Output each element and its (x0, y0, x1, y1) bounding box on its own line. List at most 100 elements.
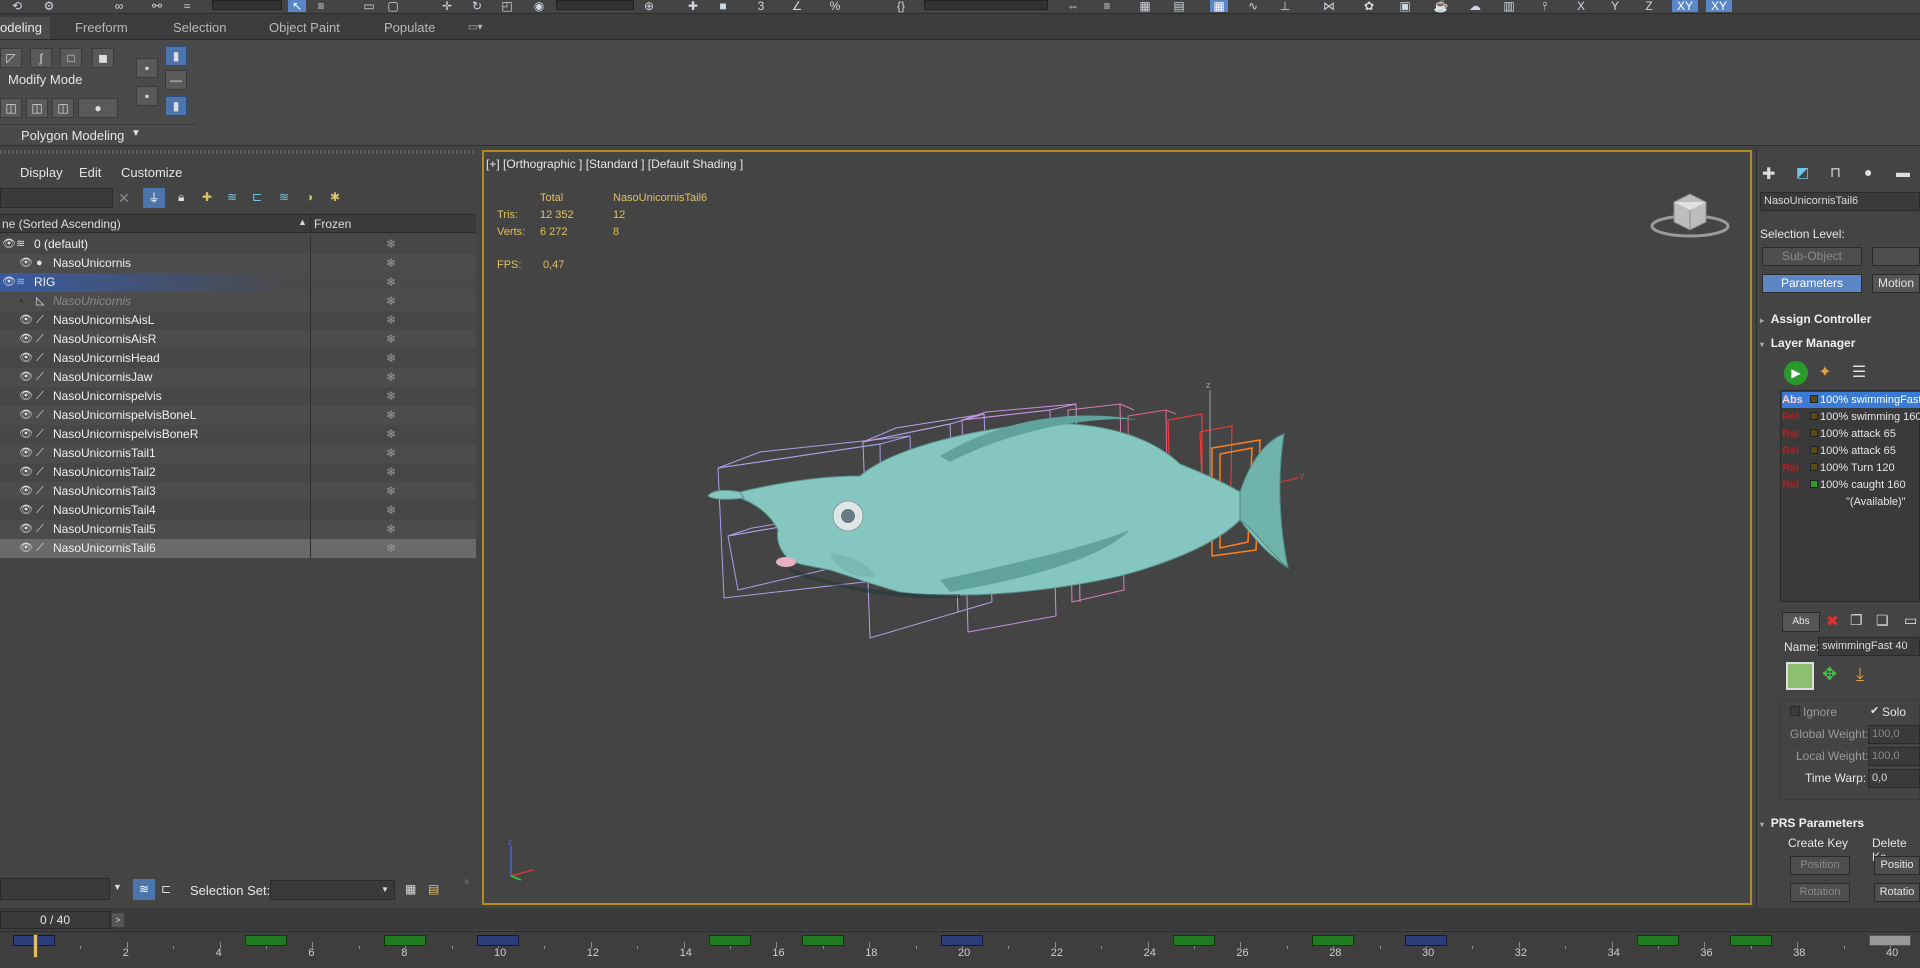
visibility-eye-icon[interactable]: 👁︎ (19, 254, 33, 273)
constraint-icon[interactable]: ▪ (136, 58, 158, 78)
sub-object-button[interactable]: Sub-Object (1762, 247, 1862, 266)
frozen-snowflake-icon[interactable]: ❄ (386, 463, 396, 482)
frozen-snowflake-icon[interactable]: ❄ (386, 539, 396, 558)
a360-icon[interactable]: ⫯ (1536, 0, 1554, 12)
add-layer-icon[interactable]: ✚ (202, 190, 212, 204)
layer-explorer-icon[interactable]: ▤ (1170, 0, 1188, 12)
frozen-snowflake-icon[interactable]: ❄ (386, 311, 396, 330)
visibility-eye-icon[interactable]: 👁︎ (2, 235, 16, 254)
timeline-key[interactable] (384, 935, 427, 946)
timeline-key[interactable] (709, 935, 751, 946)
clear-search-icon[interactable]: ✕ (118, 190, 130, 207)
curve-editor-icon[interactable]: ∿ (1244, 0, 1262, 12)
explorer-row[interactable]: 👁︎ ⟋ NasoUnicornisTail3 ❄ (0, 482, 476, 501)
time-slider[interactable] (0, 908, 1920, 930)
rotate-icon[interactable]: ↻ (468, 0, 486, 12)
explorer-grip[interactable] (0, 150, 474, 154)
link-icon[interactable]: ⚙ (40, 0, 58, 12)
align-icon[interactable]: ≡ (1098, 0, 1116, 12)
animation-layer-item[interactable]: Rel 100% swimming 160 (1782, 409, 1920, 425)
frozen-snowflake-icon[interactable]: ❄ (386, 349, 396, 368)
next-frame-icon[interactable]: > (112, 913, 124, 927)
quick-slice-icon[interactable]: ◸ (0, 48, 22, 68)
xy-plane-2-icon[interactable]: XY (1706, 0, 1732, 12)
timeline-key[interactable] (1173, 935, 1215, 946)
animation-layer-item[interactable]: "(Available)" (1782, 494, 1920, 510)
tab-modeling[interactable]: odeling (0, 17, 50, 39)
layer-name-field[interactable]: swimmingFast 40 (1818, 637, 1920, 656)
visibility-eye-icon[interactable]: 👁︎ (19, 368, 33, 387)
timeline-key[interactable] (1869, 935, 1911, 946)
percent-snap-icon[interactable]: % (826, 0, 844, 12)
selection-filter-dropdown[interactable] (212, 0, 282, 10)
explorer-row[interactable]: 👁︎ ⟋ NasoUnicornisAisL ❄ (0, 311, 476, 330)
frozen-snowflake-icon[interactable]: ❄ (386, 235, 396, 254)
copy-layer-icon[interactable]: ❐ (1850, 612, 1863, 629)
window-crossing-icon[interactable]: ▢ (384, 0, 402, 12)
visibility-eye-icon[interactable]: 👁︎ (19, 463, 33, 482)
name-column-header[interactable]: ne (Sorted Ascending) (2, 217, 121, 231)
edit-element-icon[interactable]: ● (78, 98, 118, 118)
layer-color-swatch[interactable] (1786, 662, 1814, 690)
animation-layer-item[interactable]: Rel 100% attack 65 (1782, 426, 1920, 442)
snap-3d-icon[interactable]: 3 (752, 0, 770, 12)
edit-border-icon[interactable]: ◫ (52, 98, 74, 118)
preserve-uv-icon[interactable]: ▪ (136, 86, 158, 106)
display-filter-combo[interactable] (0, 878, 110, 900)
explorer-row[interactable]: 👁︎ ⟋ NasoUnicornispelvisBoneR ❄ (0, 425, 476, 444)
render-cloud-icon[interactable]: ▥ (1500, 0, 1518, 12)
frozen-snowflake-icon[interactable]: ❄ (386, 501, 396, 520)
tab-populate[interactable]: Populate (384, 20, 435, 35)
frozen-snowflake-icon[interactable]: ❄ (386, 292, 396, 311)
selection-set-options-icon[interactable]: ▤ (428, 882, 439, 896)
frozen-column-header[interactable]: Frozen (314, 217, 351, 231)
visibility-eye-icon[interactable]: 👁︎ (19, 539, 33, 558)
explorer-row[interactable]: 👁︎ ≋ RIG ❄ (0, 273, 476, 292)
visibility-eye-icon[interactable]: 👁︎ (19, 482, 33, 501)
collapse-layer-icon[interactable]: ▭ (1904, 612, 1917, 629)
dope-sheet-icon[interactable]: ⊥ (1276, 0, 1294, 12)
edit-vertex-icon[interactable]: ◫ (0, 98, 22, 118)
named-selection-sets-dropdown[interactable] (924, 0, 1048, 10)
hierarchy-tab-icon[interactable]: ⊓ (1830, 164, 1841, 181)
explorer-row[interactable]: 👁︎ ⟋ NasoUnicornisAisR ❄ (0, 330, 476, 349)
delete-position-key-button[interactable]: Positio (1874, 856, 1920, 875)
explorer-search-input[interactable] (0, 188, 113, 208)
abs-layer-button[interactable]: Abs (1782, 612, 1820, 632)
time-cursor[interactable] (33, 934, 38, 958)
place-icon[interactable]: ◉ (530, 0, 548, 12)
animation-layer-item[interactable]: Abs 100% swimmingFast (1782, 392, 1920, 408)
polygon-modeling-dropdown[interactable]: Polygon Modeling ▼ (0, 124, 196, 144)
frozen-snowflake-icon[interactable]: ❄ (386, 254, 396, 273)
frozen-snowflake-icon[interactable]: ❄ (386, 273, 396, 292)
explorer-row[interactable]: 👁︎ ⟋ NasoUnicornisHead ❄ (0, 349, 476, 368)
expand-icon[interactable]: » (464, 876, 470, 887)
hierarchy-sort-icon[interactable]: ⊏ (161, 882, 171, 896)
explorer-row[interactable]: 👁︎ ⟋ NasoUnicornisTail6 ❄ (0, 539, 476, 558)
move-layer-icon[interactable]: ✥ (1822, 664, 1837, 685)
menu-customize[interactable]: Customize (121, 165, 182, 180)
visibility-eye-icon[interactable]: 👁︎ (2, 273, 16, 292)
explorer-row[interactable]: 👁︎ ⟋ NasoUnicornisTail5 ❄ (0, 520, 476, 539)
display-tab-icon[interactable]: ▬ (1896, 164, 1910, 180)
tab-freeform[interactable]: Freeform (75, 20, 128, 35)
animation-layer-item[interactable]: Rel 100% caught 160 (1782, 477, 1920, 493)
lock-icon[interactable]: 🔒︎ (178, 190, 184, 205)
chain-icon[interactable]: ∞ (110, 0, 128, 12)
freeze-layer-icon[interactable]: ✱ (330, 190, 340, 204)
frozen-snowflake-icon[interactable]: ❄ (386, 425, 396, 444)
layer-tree-icon[interactable]: ✦ (1813, 361, 1837, 385)
z-axis-icon[interactable]: Z (1640, 0, 1658, 12)
xy-plane-icon[interactable]: XY (1672, 0, 1698, 12)
timeline-key[interactable] (477, 935, 519, 946)
play-layer-icon[interactable]: ▶ (1784, 361, 1808, 385)
visibility-eye-icon[interactable]: 👁︎ (19, 311, 33, 330)
visibility-eye-icon[interactable]: ◐ (19, 292, 26, 311)
create-tab-icon[interactable]: ✚ (1762, 164, 1775, 184)
ignore-checkbox[interactable] (1790, 706, 1800, 716)
render-icon[interactable]: ☁ (1466, 0, 1484, 12)
delete-rotation-key-button[interactable]: Rotatio (1874, 883, 1920, 902)
unlink-icon[interactable]: ⚯ (148, 0, 166, 12)
timeline-key[interactable] (1405, 935, 1447, 946)
frozen-snowflake-icon[interactable]: ❄ (386, 387, 396, 406)
